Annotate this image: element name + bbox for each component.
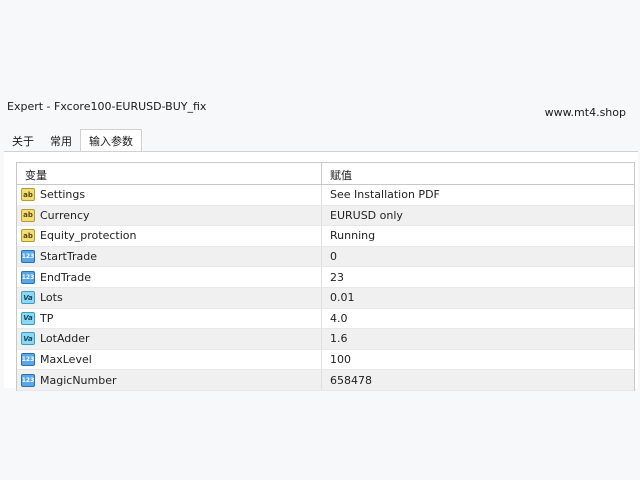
table-row[interactable]: 123 EndTrade 23 bbox=[17, 267, 634, 288]
table-row[interactable]: ab Settings See Installation PDF bbox=[17, 185, 634, 206]
table-row[interactable]: ab Currency EURUSD only bbox=[17, 205, 634, 227]
tab-strip: 关于 常用 输入参数 bbox=[4, 129, 142, 154]
table-row[interactable]: 123 MagicNumber 658478 bbox=[17, 370, 634, 391]
variable-name: Lots bbox=[40, 291, 63, 305]
integer-type-icon: 123 bbox=[21, 270, 35, 284]
inputs-panel: 变量 赋值 ab Settings See Installation PDF ab Cu… bbox=[4, 151, 638, 391]
variable-name: TP bbox=[40, 311, 54, 325]
variable-name: LotAdder bbox=[40, 332, 90, 346]
table-row[interactable]: Va TP 4.0 bbox=[17, 308, 634, 330]
variable-cell: Va LotAdder bbox=[17, 329, 322, 349]
variable-cell: 123 EndTrade bbox=[17, 267, 322, 287]
string-type-icon: ab bbox=[21, 208, 35, 222]
variable-cell: 123 MaxLevel bbox=[17, 349, 322, 370]
double-type-icon: Va bbox=[21, 291, 35, 305]
header-variable[interactable]: 变量 bbox=[17, 163, 322, 184]
double-type-icon: Va bbox=[21, 332, 35, 346]
parameters-grid: 变量 赋值 ab Settings See Installation PDF ab Cu… bbox=[16, 162, 635, 391]
value-cell[interactable]: Running bbox=[322, 229, 634, 242]
variable-cell: Va Lots bbox=[17, 287, 322, 308]
table-row[interactable]: 123 StartTrade 0 bbox=[17, 246, 634, 268]
value-cell[interactable]: 23 bbox=[322, 271, 634, 284]
variable-name: Settings bbox=[40, 188, 86, 202]
variable-cell: 123 MagicNumber bbox=[17, 370, 322, 390]
tab-about[interactable]: 关于 bbox=[4, 130, 42, 152]
grid-rows: ab Settings See Installation PDF ab Currency… bbox=[17, 185, 634, 391]
value-cell[interactable]: 0 bbox=[322, 250, 634, 263]
value-cell[interactable]: 1.6 bbox=[322, 332, 634, 345]
integer-type-icon: 123 bbox=[21, 250, 35, 264]
double-type-icon: Va bbox=[21, 311, 35, 325]
grid-header: 变量 赋值 bbox=[17, 163, 634, 185]
string-type-icon: ab bbox=[21, 229, 35, 243]
table-row[interactable]: ab Equity_protection Running bbox=[17, 226, 634, 247]
variable-name: StartTrade bbox=[40, 250, 97, 264]
variable-cell: Va TP bbox=[17, 308, 322, 329]
window-title: Expert - Fxcore100-EURUSD-BUY_fix bbox=[7, 100, 207, 113]
table-row[interactable]: Va Lots 0.01 bbox=[17, 287, 634, 309]
value-cell[interactable]: See Installation PDF bbox=[322, 188, 634, 201]
window-titlebar: Expert - Fxcore100-EURUSD-BUY_fix www.mt… bbox=[0, 94, 640, 124]
value-cell[interactable]: 0.01 bbox=[322, 291, 634, 304]
value-cell[interactable]: 658478 bbox=[322, 374, 634, 387]
integer-type-icon: 123 bbox=[21, 353, 35, 367]
variable-cell: 123 StartTrade bbox=[17, 246, 322, 267]
header-value[interactable]: 赋值 bbox=[322, 163, 634, 184]
table-row[interactable]: Va LotAdder 1.6 bbox=[17, 329, 634, 350]
variable-name: EndTrade bbox=[40, 270, 92, 284]
variable-name: MagicNumber bbox=[40, 373, 117, 387]
value-cell[interactable]: EURUSD only bbox=[322, 209, 634, 222]
integer-type-icon: 123 bbox=[21, 373, 35, 387]
value-cell[interactable]: 100 bbox=[322, 353, 634, 366]
variable-name: Equity_protection bbox=[40, 229, 137, 243]
variable-cell: ab Settings bbox=[17, 185, 322, 205]
string-type-icon: ab bbox=[21, 188, 35, 202]
variable-name: MaxLevel bbox=[40, 353, 92, 367]
watermark-text: www.mt4.shop bbox=[544, 106, 626, 119]
variable-cell: ab Equity_protection bbox=[17, 226, 322, 246]
table-row[interactable]: 123 MaxLevel 100 bbox=[17, 349, 634, 371]
value-cell[interactable]: 4.0 bbox=[322, 312, 634, 325]
variable-name: Currency bbox=[40, 208, 90, 222]
tab-common[interactable]: 常用 bbox=[42, 130, 80, 152]
variable-cell: ab Currency bbox=[17, 205, 322, 226]
